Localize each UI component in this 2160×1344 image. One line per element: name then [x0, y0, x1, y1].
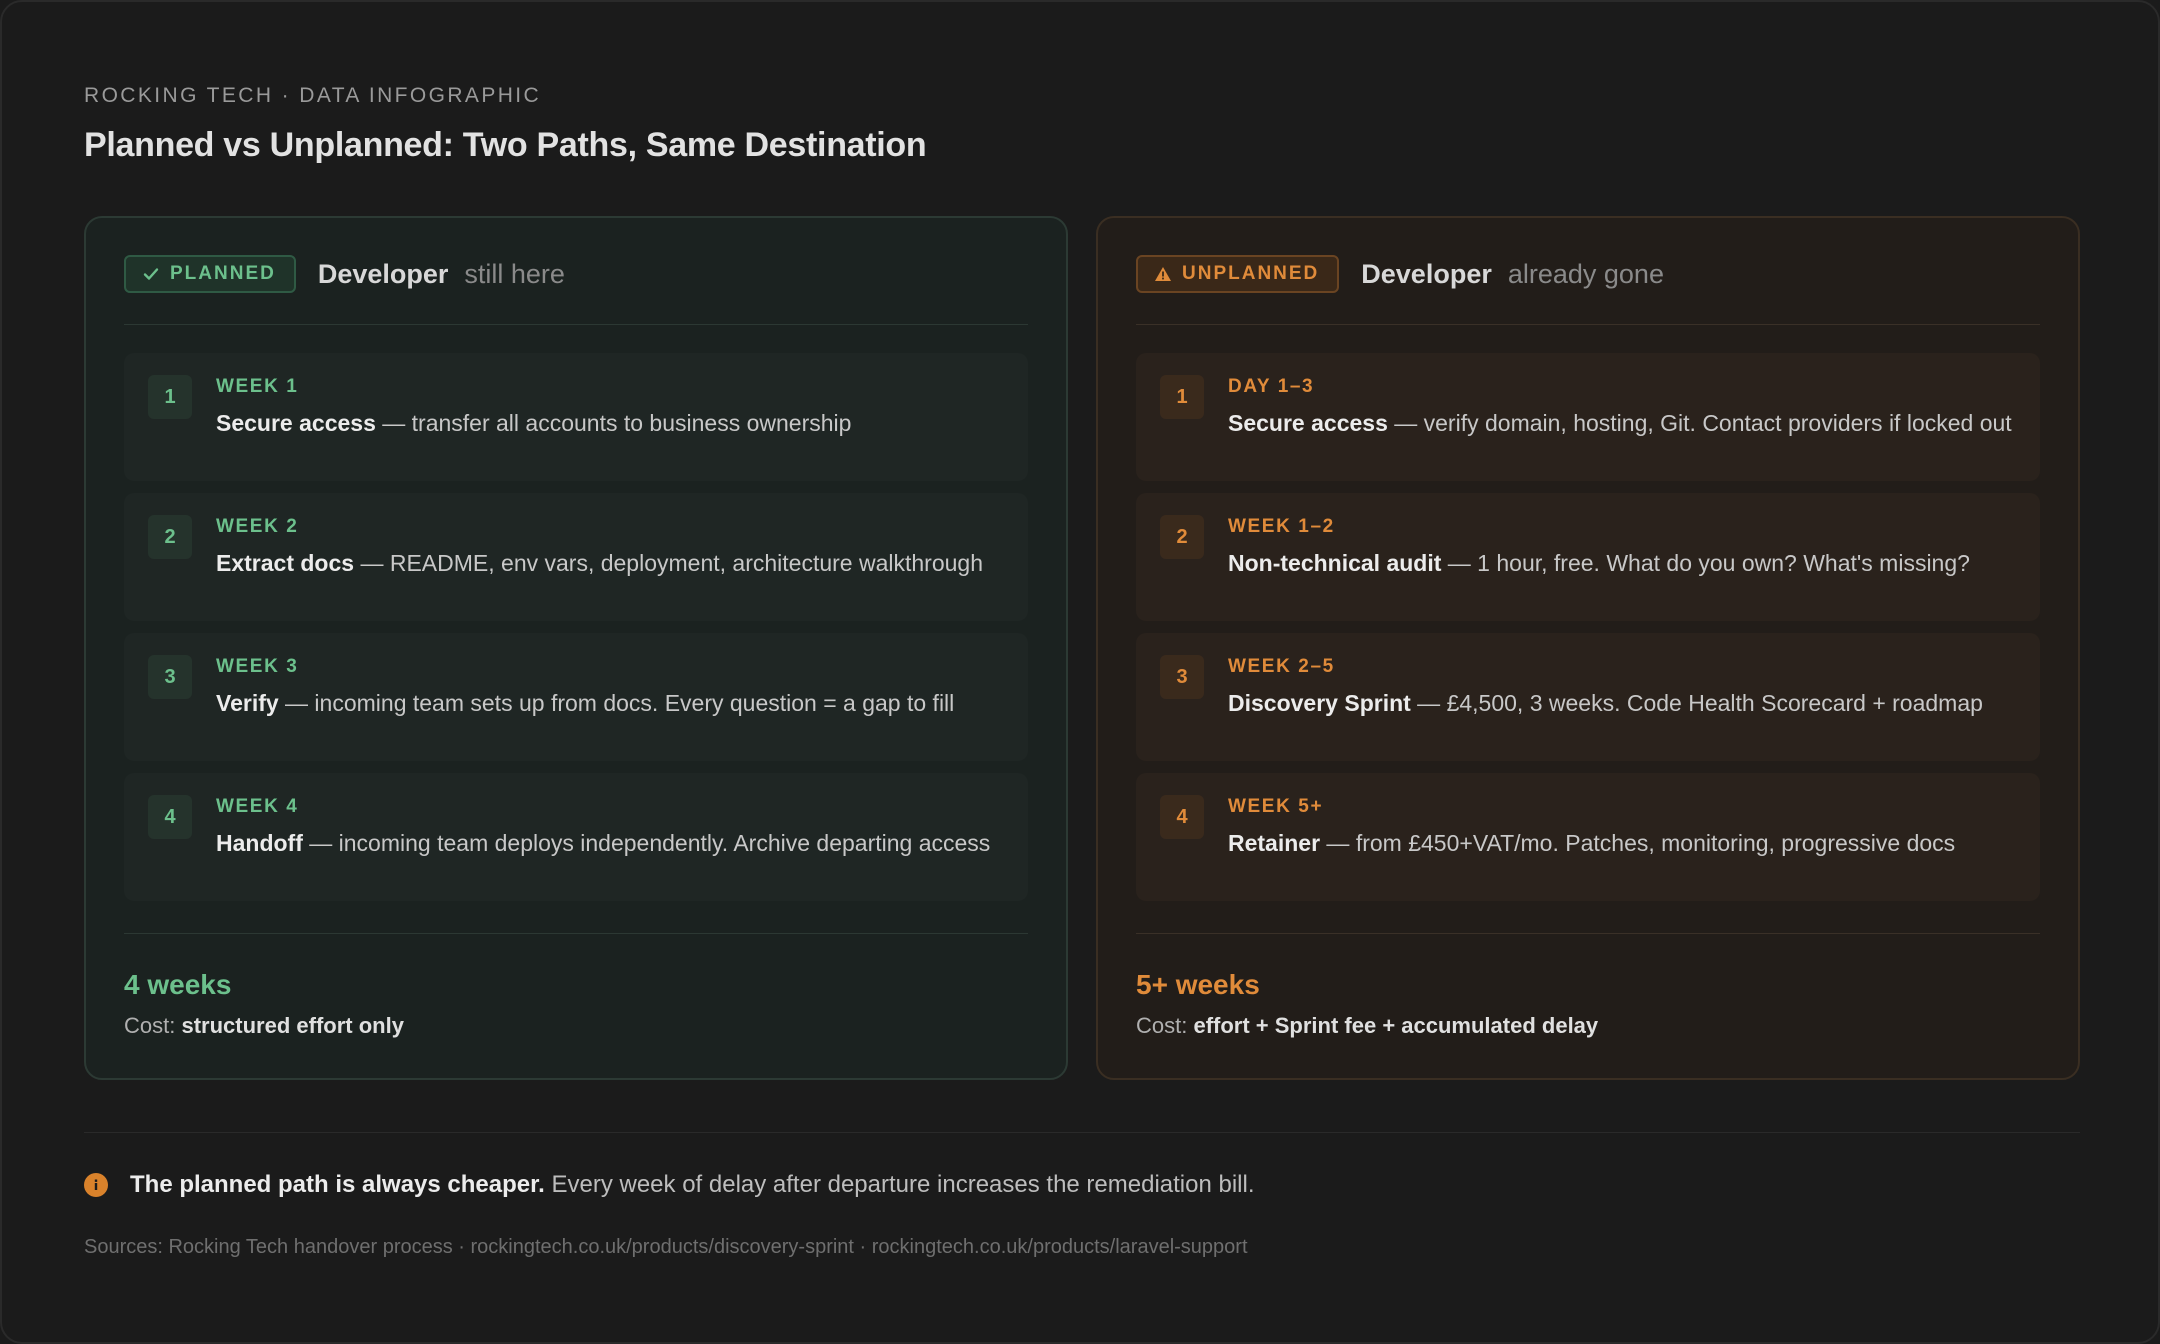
step-when: DAY 1–3: [1228, 376, 1315, 397]
step-title: Secure access: [1228, 410, 1388, 436]
step-text: — incoming team sets up from docs. Every…: [278, 690, 955, 716]
unplanned-step-3: 3 WEEK 2–5 Discovery Sprint — £4,500, 3 …: [1136, 633, 2040, 761]
unplanned-step-4: 4 WEEK 5+ Retainer — from £450+VAT/mo. P…: [1136, 773, 2040, 901]
note-text: The planned path is always cheaper. Ever…: [130, 1170, 1255, 1200]
unplanned-header: UNPLANNED Developer already gone: [1136, 254, 2040, 294]
planned-divider: [124, 324, 1028, 325]
unplanned-divider: [1136, 324, 2040, 325]
step-when: WEEK 2: [216, 516, 299, 537]
step-number: 1: [1160, 375, 1204, 419]
step-title: Non-technical audit: [1228, 550, 1442, 576]
step-number: 2: [148, 515, 192, 559]
content: ROCKING TECH · DATA INFOGRAPHIC Planned …: [84, 82, 2080, 1258]
planned-steps: 1 WEEK 1 Secure access — transfer all ac…: [124, 353, 1028, 901]
step-text: — £4,500, 3 weeks. Code Health Scorecard…: [1410, 690, 1983, 716]
unplanned-panel: UNPLANNED Developer already gone 1 DAY 1…: [1096, 216, 2080, 1080]
planned-step-4: 4 WEEK 4 Handoff — incoming team deploys…: [124, 773, 1028, 901]
step-number: 3: [148, 655, 192, 699]
cost-label: Cost:: [1136, 1013, 1194, 1038]
step-desc: Verify — incoming team sets up from docs…: [216, 687, 954, 719]
unplanned-duration: 5+ weeks: [1136, 969, 1260, 1000]
step-desc: Secure access — transfer all accounts to…: [216, 407, 851, 439]
cost-label: Cost:: [124, 1013, 182, 1038]
planned-step-3: 3 WEEK 3 Verify — incoming team sets up …: [124, 633, 1028, 761]
planned-header: PLANNED Developer still here: [124, 254, 1028, 294]
infographic-frame: ROCKING TECH · DATA INFOGRAPHIC Planned …: [0, 0, 2160, 1344]
unplanned-steps: 1 DAY 1–3 Secure access — verify domain,…: [1136, 353, 2040, 901]
unplanned-badge-label: UNPLANNED: [1182, 263, 1320, 284]
step-title: Secure access: [216, 410, 376, 436]
step-when: WEEK 1: [216, 376, 299, 397]
planned-footer-divider: [124, 933, 1028, 934]
planned-step-1: 1 WEEK 1 Secure access — transfer all ac…: [124, 353, 1028, 481]
page-title: Planned vs Unplanned: Two Paths, Same De…: [84, 126, 927, 164]
footer-divider: [84, 1132, 2080, 1133]
step-number: 2: [1160, 515, 1204, 559]
step-text: — incoming team deploys independently. A…: [302, 830, 991, 856]
step-text: — verify domain, hosting, Git. Contact p…: [1387, 410, 2012, 436]
step-desc: Retainer — from £450+VAT/mo. Patches, mo…: [1228, 827, 1955, 859]
step-desc: Extract docs — README, env vars, deploym…: [216, 547, 983, 579]
eyebrow: ROCKING TECH · DATA INFOGRAPHIC: [84, 84, 542, 107]
planned-cost: Cost: structured effort only: [124, 1012, 1028, 1040]
planned-badge-label: PLANNED: [170, 263, 276, 284]
step-text: — 1 hour, free. What do you own? What's …: [1441, 550, 1970, 576]
step-title: Extract docs: [216, 550, 355, 576]
unplanned-cost: Cost: effort + Sprint fee + accumulated …: [1136, 1012, 2040, 1040]
step-text: — README, env vars, deployment, architec…: [354, 550, 983, 576]
warning-icon: [1155, 267, 1171, 281]
unplanned-who: Developer: [1361, 258, 1492, 289]
step-when: WEEK 1–2: [1228, 516, 1335, 537]
unplanned-state: already gone: [1507, 258, 1664, 289]
unplanned-footer-divider: [1136, 933, 2040, 934]
planned-who: Developer: [317, 258, 449, 289]
unplanned-step-2: 2 WEEK 1–2 Non-technical audit — 1 hour,…: [1136, 493, 2040, 621]
info-icon: [84, 1173, 108, 1197]
step-desc: Discovery Sprint — £4,500, 3 weeks. Code…: [1228, 687, 1983, 719]
step-number: 1: [148, 375, 192, 419]
step-when: WEEK 2–5: [1228, 656, 1335, 677]
step-title: Verify: [216, 690, 279, 716]
planned-state: still here: [464, 258, 565, 289]
step-text: — from £450+VAT/mo. Patches, monitoring,…: [1320, 830, 1956, 856]
step-when: WEEK 5+: [1228, 796, 1324, 817]
comparison-columns: PLANNED Developer still here 1 WEEK 1 Se…: [84, 216, 2080, 1080]
step-number: 4: [1160, 795, 1204, 839]
step-title: Discovery Sprint: [1228, 690, 1411, 716]
check-icon: [143, 268, 159, 280]
step-title: Handoff: [216, 830, 303, 856]
planned-panel: PLANNED Developer still here 1 WEEK 1 Se…: [84, 216, 1068, 1080]
step-number: 4: [148, 795, 192, 839]
planned-step-2: 2 WEEK 2 Extract docs — README, env vars…: [124, 493, 1028, 621]
step-desc: Non-technical audit — 1 hour, free. What…: [1228, 547, 1970, 579]
unplanned-badge: UNPLANNED: [1136, 255, 1340, 293]
cost-value: effort + Sprint fee + accumulated delay: [1193, 1013, 1599, 1038]
cost-value: structured effort only: [181, 1013, 404, 1038]
note-bold: The planned path is always cheaper.: [130, 1171, 545, 1198]
step-number: 3: [1160, 655, 1204, 699]
planned-duration: 4 weeks: [124, 969, 232, 1000]
step-desc: Handoff — incoming team deploys independ…: [216, 827, 990, 859]
step-text: — transfer all accounts to business owne…: [375, 410, 852, 436]
summary-note: The planned path is always cheaper. Ever…: [84, 1170, 1255, 1200]
unplanned-step-1: 1 DAY 1–3 Secure access — verify domain,…: [1136, 353, 2040, 481]
planned-badge: PLANNED: [124, 255, 296, 293]
step-title: Retainer: [1228, 830, 1321, 856]
sources: Sources: Rocking Tech handover process ·…: [84, 1236, 1248, 1258]
step-when: WEEK 3: [216, 656, 299, 677]
note-rest: Every week of delay after departure incr…: [544, 1171, 1255, 1198]
step-when: WEEK 4: [216, 796, 299, 817]
step-desc: Secure access — verify domain, hosting, …: [1228, 407, 2012, 439]
